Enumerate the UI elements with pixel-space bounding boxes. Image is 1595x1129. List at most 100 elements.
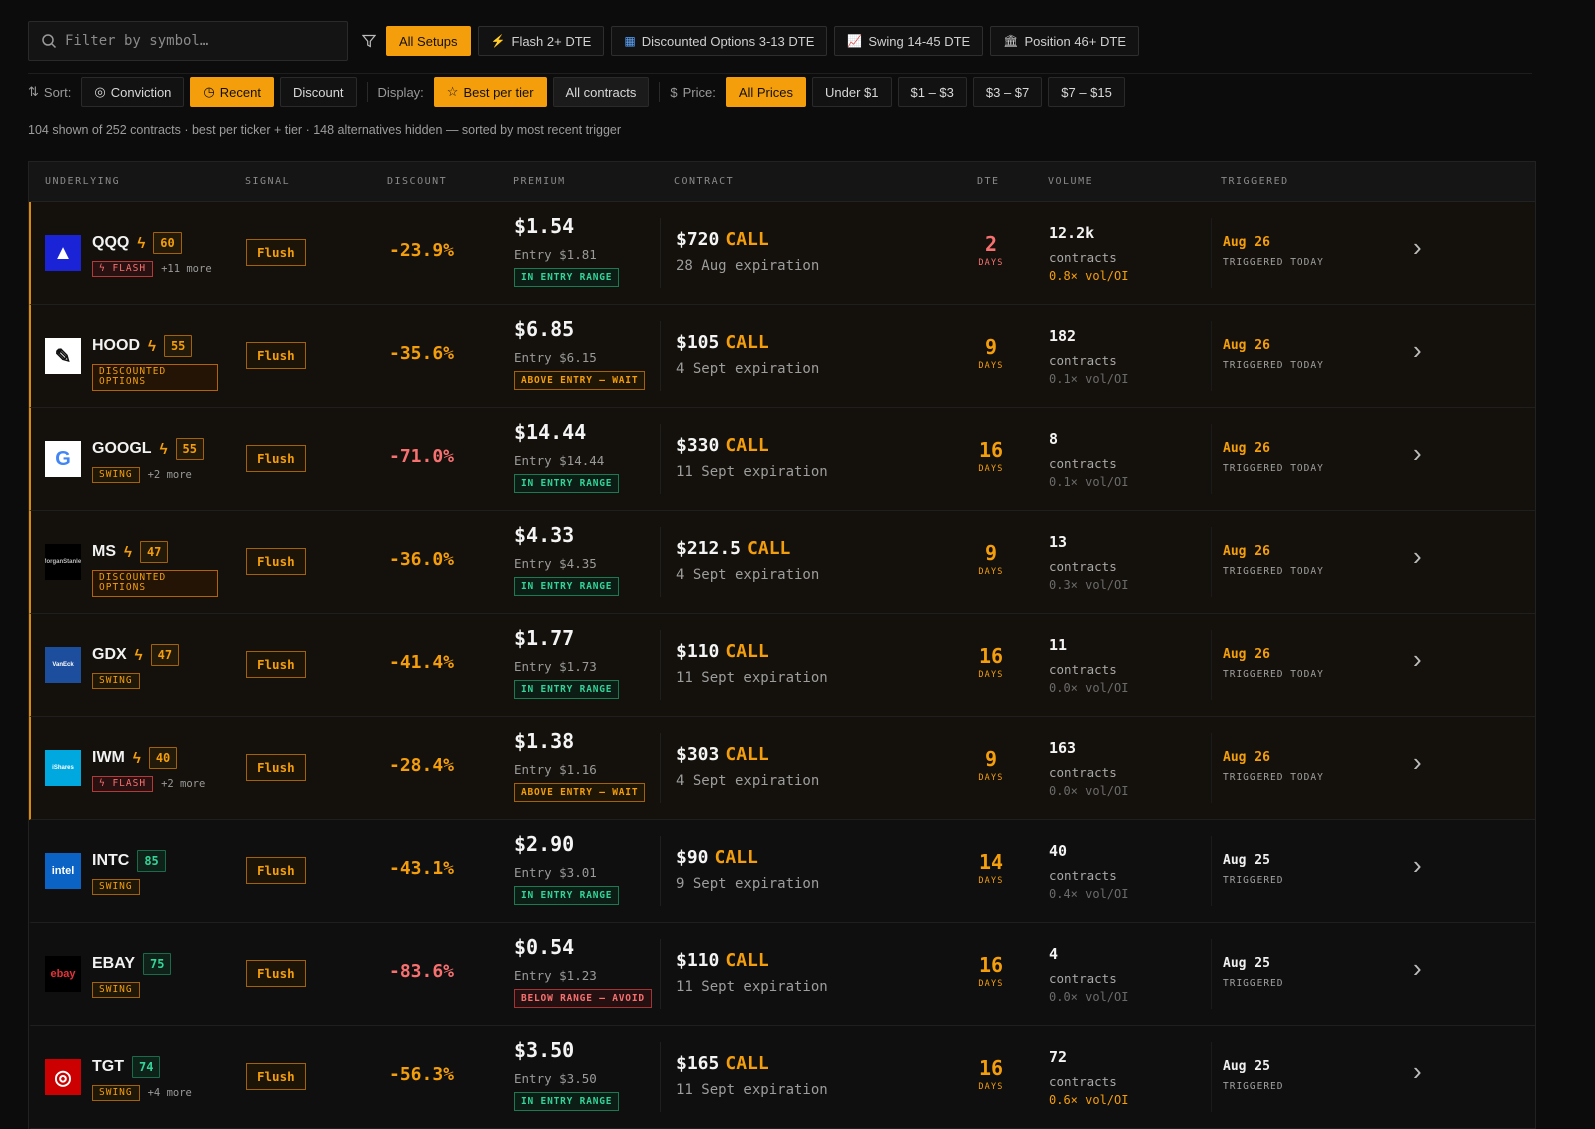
col-underlying[interactable]: UNDERLYING [45,176,120,187]
strike-price: $90 [676,847,709,868]
discount-value: -28.4% [389,755,455,776]
table-row[interactable]: intel INTC 85 SWING Flush -43.1% $2.90 Entry $3… [29,820,1535,923]
setup-chip-2[interactable]: ▦ Discounted Options 3-13 DTE [611,26,828,56]
more-alternatives-link[interactable]: +11 more [161,263,212,275]
price-chip-label: $1 – $3 [910,84,954,100]
option-type: CALL [714,847,758,868]
col-signal[interactable]: SIGNAL [245,176,290,187]
entry-range-badge: ABOVE ENTRY — WAIT [514,371,646,390]
column-divider [660,836,661,906]
col-contract[interactable]: CONTRACT [674,176,734,187]
ticker-symbol: GDX ϟ 47 [92,644,180,666]
tag-group: SWING [92,982,140,999]
table-row[interactable]: G GOOGL ϟ 55 SWING +2 more Flush -71.0% $14.44 En… [29,408,1535,511]
ticker-label: GDX [92,646,127,663]
signal-badge: Flush [246,239,306,266]
funnel-icon [362,34,376,48]
display-chip-0[interactable]: ☆ Best per tier [433,77,547,107]
conviction-score: 55 [163,335,193,357]
ticker-label: EBAY [92,955,135,972]
table-row[interactable]: ◎ TGT 74 SWING +4 more Flush -56.3% $3.50 Entry … [29,1026,1535,1129]
setup-tag-label: SWING [99,675,133,686]
dte-value: 16 [978,1056,1004,1080]
chevron-right-icon[interactable]: › [1413,541,1422,572]
volume-value: 182 [1049,327,1077,345]
price-chip-4[interactable]: $7 – $15 [1048,77,1125,107]
calendar-icon: ▦ [624,34,636,48]
table-row[interactable]: MorganStanley MS ϟ 47 DISCOUNTED OPTIONS Flus… [29,511,1535,614]
chevron-right-icon[interactable]: › [1413,438,1422,469]
chevron-right-icon[interactable]: › [1413,850,1422,881]
price-chip-1[interactable]: Under $1 [812,77,892,107]
sort-chip-0[interactable]: ◎ Conviction [81,77,185,107]
dte-cell: 16 DAYS [971,953,1011,989]
chevron-right-icon[interactable]: › [1413,953,1422,984]
contract-strike: $110 CALL [676,950,769,971]
col-dte[interactable]: DTE [977,176,1000,187]
volume-value: 4 [1049,945,1059,963]
chevron-right-icon[interactable]: › [1413,644,1422,675]
col-triggered[interactable]: TRIGGERED [1221,176,1289,187]
search-box[interactable] [28,21,348,61]
entry-range-badge: ABOVE ENTRY — WAIT [514,783,646,802]
setup-chip-3[interactable]: 📈 Swing 14-45 DTE [834,26,984,56]
volume-unit: contracts [1049,353,1117,368]
setup-chip-0[interactable]: All Setups [386,26,471,56]
setup-tag-label: SWING [99,469,133,480]
column-divider [1211,733,1212,803]
price-chip-0[interactable]: All Prices [725,77,807,107]
vol-oi-ratio: 0.0× vol/OI [1049,990,1129,1004]
discount-value: -43.1% [389,858,455,879]
setup-tag: DISCOUNTED OPTIONS [92,570,218,597]
chevron-right-icon[interactable]: › [1413,1056,1422,1087]
display-chip-label: All contracts [565,84,637,100]
table-row[interactable]: VanEck GDX ϟ 47 SWING Flush -41.4% $1.77 Entry $… [29,614,1535,717]
entry-price: Entry $3.50 [514,1071,597,1086]
price-chip-2[interactable]: $1 – $3 [897,77,967,107]
price-chip-3[interactable]: $3 – $7 [972,77,1043,107]
display-chip-1[interactable]: All contracts [552,77,650,107]
table-row[interactable]: iShares IWM ϟ 40 ϟ FLASH +2 more Flush -28.4% $1… [29,717,1535,820]
strike-price: $330 [676,435,720,456]
chevron-right-icon[interactable]: › [1413,747,1422,778]
col-volume[interactable]: VOLUME [1048,176,1093,187]
column-divider [660,939,661,1009]
sort-chip-1[interactable]: ◷ Recent [190,77,274,107]
more-alternatives-link[interactable]: +2 more [148,469,192,481]
table-row[interactable]: ▲ QQQ ϟ 60 ϟ FLASH +11 more Flush -23.9% $1.54 En… [29,202,1535,305]
discount-value: -23.9% [389,240,455,261]
price-chip-label: $7 – $15 [1061,84,1112,100]
strike-price: $105 [676,332,720,353]
setup-chip-label: Swing 14-45 DTE [868,33,971,49]
sort-chip-2[interactable]: Discount [279,77,357,107]
column-divider [660,527,661,597]
col-premium[interactable]: PREMIUM [513,176,566,187]
signal-badge: Flush [246,960,306,987]
search-input[interactable] [65,33,325,49]
entry-price: Entry $1.81 [514,247,597,262]
ticker-symbol: HOOD ϟ 55 [92,335,193,357]
setup-chip-4[interactable]: 🏛 Position 46+ DTE [990,26,1139,56]
separator [659,82,661,102]
more-alternatives-link[interactable]: +4 more [148,1087,192,1099]
setup-chip-1[interactable]: ⚡ Flash 2+ DTE [477,26,605,56]
dte-unit: DAYS [978,1082,1004,1092]
column-divider [660,321,661,391]
triggered-status: TRIGGERED [1223,1081,1284,1092]
setup-tag-label: SWING [99,984,133,995]
table-row[interactable]: ebay EBAY 75 SWING Flush -83.6% $0.54 Entry $1.… [29,923,1535,1026]
chevron-right-icon[interactable]: › [1413,232,1422,263]
triggered-date: Aug 25 [1223,1059,1270,1074]
more-alternatives-link[interactable]: +2 more [161,778,205,790]
triggered-date: Aug 26 [1223,338,1270,353]
bolt-icon: ϟ [159,440,168,458]
chevron-right-icon[interactable]: › [1413,335,1422,366]
option-type: CALL [725,435,769,456]
entry-price: Entry $1.23 [514,968,597,983]
table-row[interactable]: ✎ HOOD ϟ 55 DISCOUNTED OPTIONS Flush -35.6% $6.… [29,305,1535,408]
separator [366,82,368,102]
col-discount[interactable]: DISCOUNT [387,176,447,187]
bolt-icon: ϟ [124,543,132,561]
setup-tag: ϟ FLASH [92,261,154,278]
ticker-label: INTC [92,852,130,869]
